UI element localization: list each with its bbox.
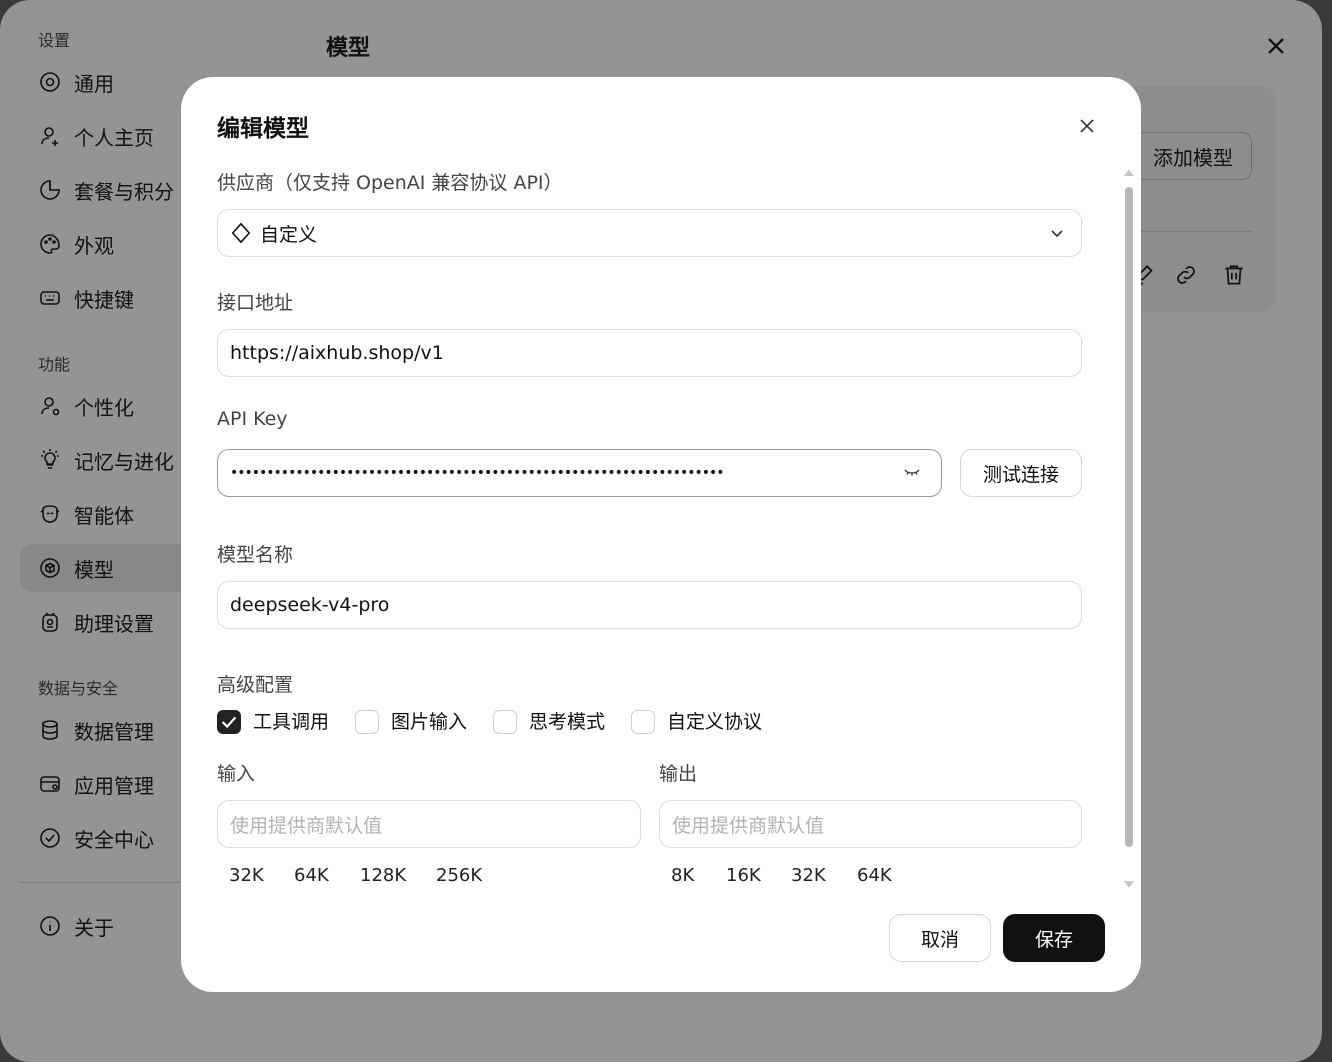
trash-icon[interactable] [1221, 262, 1247, 288]
user-settings-icon [41, 397, 60, 416]
provider-label: 供应商（仅支持 OpenAI 兼容协议 API） [217, 172, 563, 194]
sidebar-item-label: 数据管理 [74, 719, 154, 744]
app-card-icon [40, 776, 60, 792]
palette-icon [40, 234, 60, 254]
apikey-label: API Key [217, 408, 288, 430]
input-preset-32k[interactable]: 32K [229, 865, 264, 886]
close-icon [1080, 119, 1094, 133]
sidebar-item-label: 助理设置 [74, 611, 154, 636]
user-icon [41, 127, 58, 146]
diamond-sparkle-icon [231, 222, 251, 244]
robot-icon [40, 505, 60, 523]
endpoint-value: https://aixhub.shop/v1 [230, 342, 444, 364]
scrollbar-thumb[interactable] [1125, 187, 1133, 847]
model-name-value: deepseek-v4-pro [230, 594, 390, 616]
tool-calling-checkbox[interactable] [217, 710, 241, 734]
input-tokens-label: 输入 [217, 763, 256, 785]
provider-value: 自定义 [260, 223, 318, 246]
check-icon [221, 716, 237, 729]
model-name-input[interactable]: deepseek-v4-pro [217, 581, 1082, 629]
output-preset-16k[interactable]: 16K [726, 865, 761, 886]
sidebar-item-label: 应用管理 [74, 773, 154, 798]
model-name-label: 模型名称 [217, 544, 294, 566]
cancel-button[interactable]: 取消 [889, 914, 991, 962]
dialog-title: 编辑模型 [217, 116, 309, 142]
thinking-mode-label: 思考模式 [529, 711, 606, 733]
section-header-settings: 设置 [38, 31, 71, 50]
general-icon [40, 72, 60, 92]
card-divider [1132, 231, 1252, 232]
section-header-features: 功能 [38, 355, 71, 374]
sidebar-item-label: 套餐与积分 [74, 179, 174, 204]
output-preset-32k[interactable]: 32K [791, 865, 826, 886]
thinking-mode-checkbox[interactable] [493, 710, 517, 734]
apikey-value: ••••••••••••••••••••••••••••••••••••••••… [230, 465, 724, 481]
input-tokens-placeholder: 使用提供商默认值 [230, 814, 383, 837]
edit-model-dialog: 编辑模型 供应商（仅支持 OpenAI 兼容协议 API） 自定义 接口地址 h… [181, 77, 1141, 992]
sidebar-item-label: 模型 [74, 557, 114, 582]
sidebar-item-label: 关于 [74, 915, 114, 940]
scroll-down-arrow-icon[interactable] [1123, 880, 1135, 890]
sidebar-item-label: 记忆与进化 [74, 449, 174, 474]
output-preset-64k[interactable]: 64K [857, 865, 892, 886]
dialog-close-button[interactable] [1074, 113, 1100, 139]
add-model-button[interactable]: 添加模型 [1130, 132, 1252, 180]
link-icon[interactable] [1173, 262, 1199, 288]
assistant-icon [42, 612, 58, 632]
sidebar-item-label: 个人主页 [74, 125, 154, 150]
custom-protocol-checkbox[interactable] [631, 710, 655, 734]
close-window-icon[interactable] [1262, 32, 1290, 60]
sidebar-item-label: 智能体 [74, 503, 134, 528]
endpoint-input[interactable]: https://aixhub.shop/v1 [217, 329, 1082, 377]
sidebar-item-label: 外观 [74, 233, 114, 258]
input-preset-256k[interactable]: 256K [436, 865, 482, 886]
chevron-down-icon [1051, 230, 1063, 238]
custom-protocol-label: 自定义协议 [667, 711, 763, 733]
sidebar-item-label: 快捷键 [74, 287, 134, 312]
advanced-config-label: 高级配置 [217, 674, 294, 696]
output-preset-8k[interactable]: 8K [671, 865, 694, 886]
sidebar-item-label: 通用 [74, 71, 114, 96]
sidebar-item-label: 个性化 [74, 395, 134, 420]
output-tokens-placeholder: 使用提供商默认值 [672, 814, 825, 837]
save-button[interactable]: 保存 [1003, 914, 1105, 962]
tool-calling-label: 工具调用 [253, 711, 330, 733]
pie-chart-icon [40, 180, 60, 200]
provider-select[interactable]: 自定义 [217, 209, 1082, 257]
output-tokens-input[interactable]: 使用提供商默认值 [659, 800, 1082, 848]
sidebar-item-label: 安全中心 [74, 827, 154, 852]
cube-icon [40, 558, 60, 578]
database-icon [42, 720, 58, 740]
input-preset-128k[interactable]: 128K [360, 865, 406, 886]
settings-window: 设置 通用 个人主页 套餐与积分 外观 快捷键 功能 个性化 记忆与进化 智能体… [0, 0, 1322, 1062]
image-input-checkbox[interactable] [355, 710, 379, 734]
apikey-input[interactable]: ••••••••••••••••••••••••••••••••••••••••… [217, 449, 942, 497]
section-header-data-security: 数据与安全 [38, 679, 119, 698]
eye-closed-icon[interactable] [903, 467, 921, 479]
test-connection-button[interactable]: 测试连接 [960, 449, 1082, 497]
page-title: 模型 [326, 36, 371, 61]
shield-check-icon [40, 828, 60, 848]
input-tokens-input[interactable]: 使用提供商默认值 [217, 800, 641, 848]
lightbulb-icon [41, 449, 59, 469]
input-preset-64k[interactable]: 64K [294, 865, 329, 886]
scroll-up-arrow-icon[interactable] [1123, 167, 1135, 177]
image-input-label: 图片输入 [391, 711, 468, 733]
info-icon [40, 916, 60, 936]
endpoint-label: 接口地址 [217, 292, 294, 314]
output-tokens-label: 输出 [659, 763, 698, 785]
keyboard-icon [40, 291, 60, 305]
